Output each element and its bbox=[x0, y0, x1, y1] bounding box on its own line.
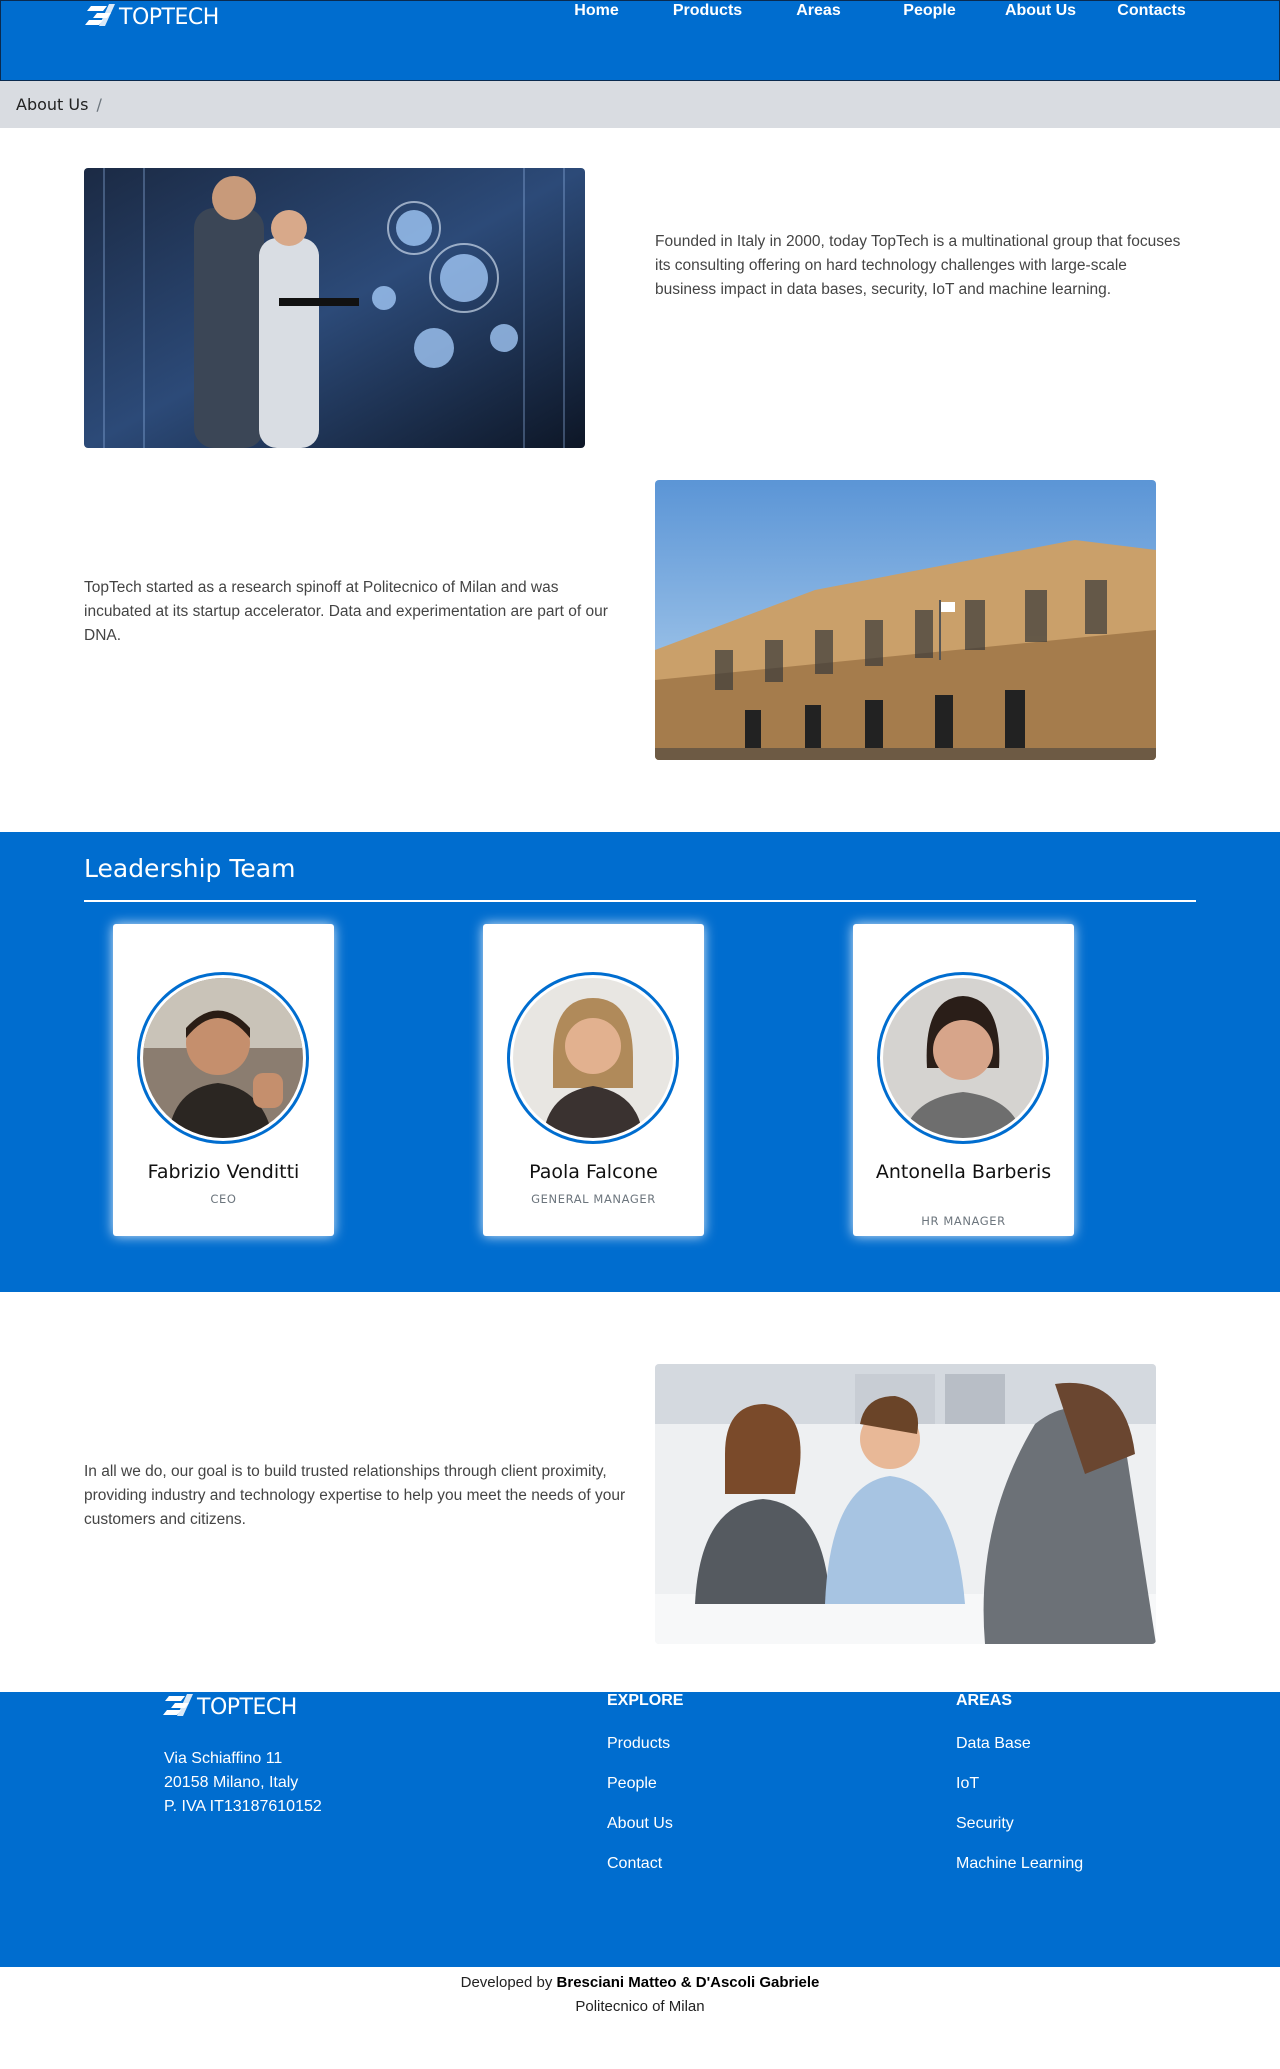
team-member-card[interactable]: Antonella Barberis HR Manager bbox=[853, 924, 1074, 1236]
member-role: CEO bbox=[210, 1192, 237, 1206]
credits-institution: Politecnico of Milan bbox=[575, 1998, 705, 2015]
footer-link-iot[interactable]: IoT bbox=[956, 1775, 979, 1793]
member-name: Antonella Barberis bbox=[875, 1161, 1052, 1183]
top-navbar: TOPTECH Home Products Areas People About… bbox=[0, 0, 1280, 81]
footer-link-data-base[interactable]: Data Base bbox=[956, 1735, 1031, 1753]
member-role: HR Manager bbox=[921, 1214, 1006, 1228]
footer-brand-name: TOPTECH bbox=[197, 1695, 297, 1720]
leadership-team-section: Leadership Team Fabrizio Venditti CEO Pa… bbox=[0, 832, 1280, 1292]
about-paragraph-goal: In all we do, our goal is to build trust… bbox=[84, 1463, 626, 1528]
footer-link-security[interactable]: Security bbox=[956, 1815, 1014, 1833]
nav-about-us[interactable]: About Us bbox=[985, 2, 1096, 20]
developer-credits: Developed by Bresciani Matteo & D'Ascoli… bbox=[0, 1967, 1280, 2015]
credits-authors: Bresciani Matteo & D'Ascoli Gabriele bbox=[556, 1974, 820, 1991]
team-title: Leadership Team bbox=[84, 854, 296, 883]
datacenter-photo bbox=[84, 168, 585, 448]
credits-prefix: Developed by bbox=[460, 1974, 553, 1991]
address-street: Via Schiaffino 11 bbox=[164, 1750, 283, 1767]
footer-link-about-us[interactable]: About Us bbox=[607, 1815, 673, 1833]
footer-brand-logo[interactable]: TOPTECH bbox=[163, 1692, 297, 1723]
member-avatar bbox=[877, 972, 1049, 1144]
team-member-card[interactable]: Fabrizio Venditti CEO bbox=[113, 924, 334, 1236]
team-divider bbox=[84, 900, 1196, 902]
team-member-card[interactable]: Paola Falcone General Manager bbox=[483, 924, 704, 1236]
member-avatar bbox=[137, 972, 309, 1144]
about-paragraph-founding: Founded in Italy in 2000, today TopTech … bbox=[655, 233, 1181, 298]
member-name: Paola Falcone bbox=[529, 1161, 658, 1183]
footer-link-contact[interactable]: Contact bbox=[607, 1855, 662, 1873]
toptech-logo-icon bbox=[163, 1692, 195, 1723]
business-meeting-photo bbox=[655, 1364, 1156, 1644]
politecnico-building-photo bbox=[655, 480, 1156, 760]
address-city: 20158 Milano, Italy bbox=[164, 1774, 299, 1791]
footer-areas-title: Areas bbox=[956, 1692, 1013, 1709]
nav-contacts[interactable]: Contacts bbox=[1096, 2, 1207, 20]
footer-link-people[interactable]: People bbox=[607, 1775, 657, 1793]
about-section-origin: TopTech started as a research spinoff at… bbox=[0, 480, 1280, 832]
nav-areas[interactable]: Areas bbox=[763, 2, 874, 20]
member-role: General Manager bbox=[531, 1192, 656, 1206]
brand-logo[interactable]: TOPTECH bbox=[85, 2, 219, 33]
about-section-goal: In all we do, our goal is to build trust… bbox=[0, 1292, 1280, 1692]
brand-name: TOPTECH bbox=[119, 5, 219, 30]
site-footer: TOPTECH Via Schiaffino 11 20158 Milano, … bbox=[0, 1692, 1280, 1967]
address-vat: P. IVA IT13187610152 bbox=[164, 1798, 322, 1815]
nav-products[interactable]: Products bbox=[652, 2, 763, 20]
nav-people[interactable]: People bbox=[874, 2, 985, 20]
footer-explore-title: Explore bbox=[607, 1692, 684, 1709]
about-paragraph-origin: TopTech started as a research spinoff at… bbox=[84, 579, 608, 644]
company-address: Via Schiaffino 11 20158 Milano, Italy P.… bbox=[164, 1747, 322, 1819]
main-nav: Home Products Areas People About Us Cont… bbox=[541, 2, 1207, 20]
about-section-founding: Founded in Italy in 2000, today TopTech … bbox=[0, 128, 1280, 480]
breadcrumb-current: About Us bbox=[16, 95, 89, 114]
breadcrumb: About Us / bbox=[0, 81, 1280, 128]
nav-home[interactable]: Home bbox=[541, 2, 652, 20]
footer-link-products[interactable]: Products bbox=[607, 1735, 670, 1753]
breadcrumb-separator: / bbox=[96, 95, 102, 114]
member-name: Fabrizio Venditti bbox=[147, 1161, 300, 1183]
toptech-logo-icon bbox=[85, 2, 117, 33]
footer-link-machine-learning[interactable]: Machine Learning bbox=[956, 1855, 1083, 1873]
member-avatar bbox=[507, 972, 679, 1144]
